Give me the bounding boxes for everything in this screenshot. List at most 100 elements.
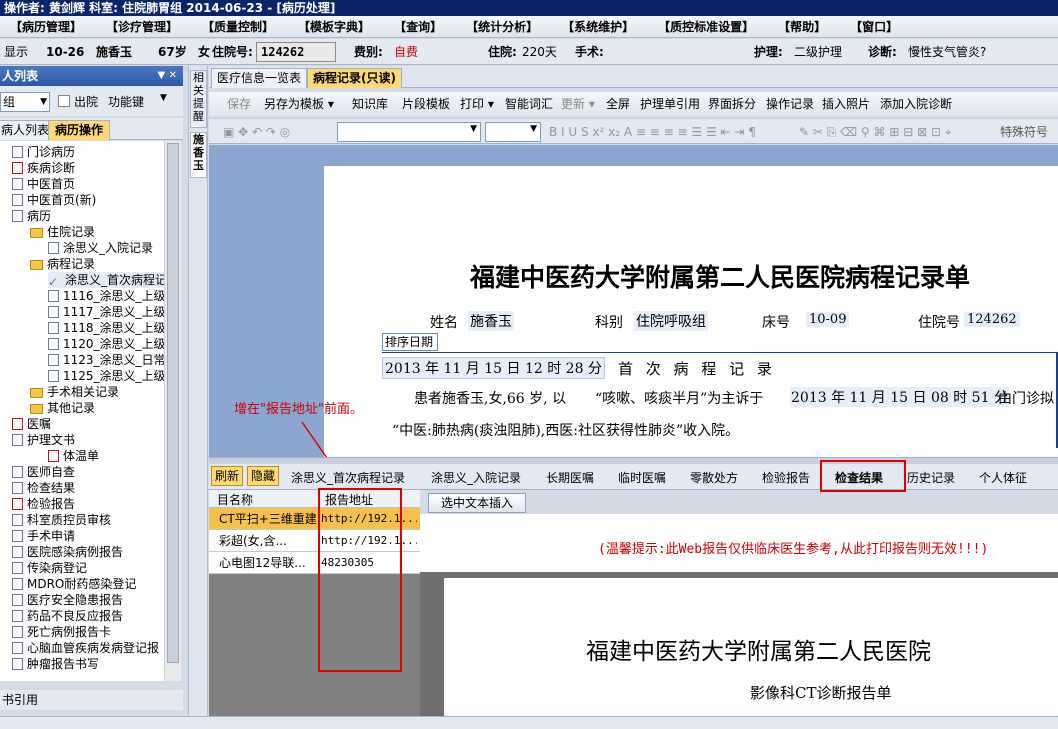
tree-item[interactable]: 1116_涂思义_上级 bbox=[48, 288, 164, 304]
tree-item[interactable]: 1120_涂思义_上级 bbox=[48, 336, 164, 352]
refresh-button[interactable]: 刷新 bbox=[211, 466, 244, 486]
menu-statistics[interactable]: 【统计分析】 bbox=[466, 16, 538, 37]
format-icons[interactable]: B I U S x² x₂ A ≡ ≡ ≡ ≡ ☰ ☰ ⇤ ⇥ ¶ bbox=[549, 119, 756, 143]
tree-item[interactable]: 科室质控员审核 bbox=[12, 512, 111, 528]
operation-log-button[interactable]: 操作记录 bbox=[766, 92, 814, 116]
font-name-select[interactable]: ▼ bbox=[337, 122, 481, 142]
menu-system-maintenance[interactable]: 【系统维护】 bbox=[562, 16, 634, 37]
tab-long-term-orders[interactable]: 长期医嘱 bbox=[546, 468, 594, 488]
sort-date-box[interactable]: 排序日期 bbox=[382, 333, 438, 351]
column-item-name[interactable]: 目名称 bbox=[217, 491, 253, 508]
tree-item[interactable]: 医院感染病例报告 bbox=[12, 544, 123, 560]
tab-first-progress-record[interactable]: 涂思义_首次病程记录 bbox=[291, 468, 405, 488]
tree-item[interactable]: 检验报告 bbox=[12, 496, 75, 512]
record-datetime[interactable]: 2013 年 11 月 15 日 12 时 28 分 bbox=[382, 357, 605, 379]
tab-record-operations[interactable]: 病历操作 bbox=[48, 120, 111, 140]
menu-template-dictionary[interactable]: 【模板字典】 bbox=[298, 16, 370, 37]
tree-item[interactable]: 体温单 bbox=[48, 448, 99, 464]
font-size-select[interactable]: ▼ bbox=[485, 122, 541, 142]
discharged-checkbox[interactable] bbox=[58, 95, 70, 107]
admission-no-field[interactable]: 124262 bbox=[256, 42, 336, 62]
tree-item[interactable]: 护理文书 bbox=[12, 432, 75, 448]
tree-item[interactable]: 心脑血管疾病发病登记报 bbox=[12, 640, 159, 656]
tree-item[interactable]: 传染病登记 bbox=[12, 560, 87, 576]
tree-item[interactable]: 医疗安全隐患报告 bbox=[12, 592, 123, 608]
tree-item[interactable]: 手术相关记录 bbox=[30, 384, 119, 400]
tree-item[interactable]: 病历 bbox=[12, 208, 51, 224]
tab-patient-name[interactable]: 施香玉 bbox=[190, 132, 207, 178]
tree-item[interactable]: 疾病诊断 bbox=[12, 160, 75, 176]
tab-prescriptions[interactable]: 零散处方 bbox=[690, 468, 738, 488]
nursing-reference-button[interactable]: 护理单引用 bbox=[640, 92, 700, 116]
panel-pin-icon[interactable]: ▼ ✕ bbox=[157, 66, 177, 86]
tree-item[interactable]: 中医首页(新) bbox=[12, 192, 96, 208]
tree-item[interactable]: 1118_涂思义_上级 bbox=[48, 320, 164, 336]
tab-medical-info-overview[interactable]: 医疗信息一览表 bbox=[211, 68, 308, 88]
admission-field[interactable]: 124262 bbox=[964, 312, 1020, 327]
fragment-template-button[interactable]: 片段模板 bbox=[402, 92, 450, 116]
add-admission-diagnosis-button[interactable]: 添加入院诊断 bbox=[880, 92, 952, 116]
tree-item[interactable]: 1117_涂思义_上级 bbox=[48, 304, 164, 320]
menu-qc-standards[interactable]: 【质控标准设置】 bbox=[658, 16, 754, 37]
update-button[interactable]: 更新 ▾ bbox=[561, 92, 595, 116]
tree-item[interactable]: MDRO耐药感染登记 bbox=[12, 576, 136, 592]
tree-item-label: 1125_涂思义_上级 bbox=[63, 369, 164, 383]
menu-diagnosis-management[interactable]: 【诊疗管理】 bbox=[106, 16, 178, 37]
tree-item[interactable]: 检查结果 bbox=[12, 480, 75, 496]
name-field[interactable]: 施香玉 bbox=[468, 311, 514, 331]
special-char-button[interactable]: 特殊符号 bbox=[1000, 119, 1048, 143]
knowledge-base-button[interactable]: 知识库 bbox=[352, 92, 388, 116]
menu-quality-control[interactable]: 【质量控制】 bbox=[202, 16, 274, 37]
cell-item-name: 彩超(女,含... bbox=[219, 534, 287, 548]
hide-button[interactable]: 隐藏 bbox=[247, 466, 280, 486]
tree-item[interactable]: 手术申请 bbox=[12, 528, 75, 544]
tree-item[interactable]: 医师自查 bbox=[12, 464, 75, 480]
smart-vocabulary-button[interactable]: 智能词汇 bbox=[505, 92, 553, 116]
menu-window[interactable]: 【窗口】 bbox=[850, 16, 898, 37]
dept-field[interactable]: 住院呼吸组 bbox=[634, 311, 708, 331]
tree-item[interactable]: 住院记录 bbox=[30, 224, 95, 240]
function-key-button[interactable]: 功能键 bbox=[108, 93, 144, 110]
status-bar bbox=[0, 716, 1058, 729]
document-icon bbox=[12, 642, 23, 654]
tree-item[interactable]: 病程记录 bbox=[30, 256, 95, 272]
bed-field[interactable]: 10-09 bbox=[806, 312, 850, 327]
tree-item[interactable]: 1125_涂思义_上级 bbox=[48, 368, 164, 384]
tree-item[interactable]: 涂思义_入院记录 bbox=[48, 240, 153, 256]
tree-scrollbar[interactable] bbox=[164, 141, 181, 681]
menu-query[interactable]: 【查询】 bbox=[394, 16, 442, 37]
print-button[interactable]: 打印 ▾ bbox=[460, 92, 494, 116]
tree-item[interactable]: 肿瘤报告书写 bbox=[12, 656, 99, 672]
document-icon bbox=[12, 194, 23, 206]
tree-item[interactable]: ✓ 涂思义_首次病程记 bbox=[48, 272, 164, 289]
warm-tip: (温馨提示:此Web报告仅供临床医生参考,从此打印报告则无效!!!) bbox=[598, 542, 989, 557]
group-select[interactable]: 组 ▼ bbox=[0, 92, 50, 112]
tree-item[interactable]: 门诊病历 bbox=[12, 144, 75, 160]
menu-help[interactable]: 【帮助】 bbox=[778, 16, 826, 37]
tab-related-reminders[interactable]: 相关提醒 bbox=[190, 70, 207, 128]
save-button[interactable]: 保存 bbox=[227, 92, 251, 116]
record-admit-time[interactable]: 2013 年 11 月 15 日 08 时 51 分 bbox=[790, 387, 1009, 407]
tree-item[interactable]: 中医首页 bbox=[12, 176, 75, 192]
tab-history[interactable]: 历史记录 bbox=[907, 468, 955, 488]
patient-list-header: 人列表 ▼ ✕ bbox=[0, 66, 183, 86]
tab-progress-record[interactable]: 病程记录(只读) bbox=[307, 68, 402, 88]
save-as-template-button[interactable]: 另存为模板 ▾ bbox=[264, 92, 334, 116]
tree-item[interactable]: 其他记录 bbox=[30, 400, 95, 416]
tree-item[interactable]: 1123_涂思义_日常 bbox=[48, 352, 164, 368]
patient-age: 67岁 bbox=[158, 45, 187, 59]
tree-item[interactable]: 药品不良反应报告 bbox=[12, 608, 123, 624]
insert-selected-text-button[interactable]: 选中文本插入 bbox=[428, 493, 526, 513]
tab-lab-reports[interactable]: 检验报告 bbox=[762, 468, 810, 488]
tab-temporary-orders[interactable]: 临时医嘱 bbox=[618, 468, 666, 488]
tab-admission-record[interactable]: 涂思义_入院记录 bbox=[431, 468, 521, 488]
menu-record-management[interactable]: 【病历管理】 bbox=[10, 16, 82, 37]
chevron-down-icon: ▼ bbox=[40, 97, 47, 107]
tree-item[interactable]: 医嘱 bbox=[12, 416, 51, 432]
fullscreen-button[interactable]: 全屏 bbox=[606, 92, 630, 116]
tree-item[interactable]: 死亡病例报告卡 bbox=[12, 624, 111, 640]
splitter[interactable] bbox=[209, 457, 1058, 464]
insert-photo-button[interactable]: 插入照片 bbox=[822, 92, 870, 116]
tab-vital-signs[interactable]: 个人体征 bbox=[979, 468, 1027, 488]
split-view-button[interactable]: 界面拆分 bbox=[708, 92, 756, 116]
